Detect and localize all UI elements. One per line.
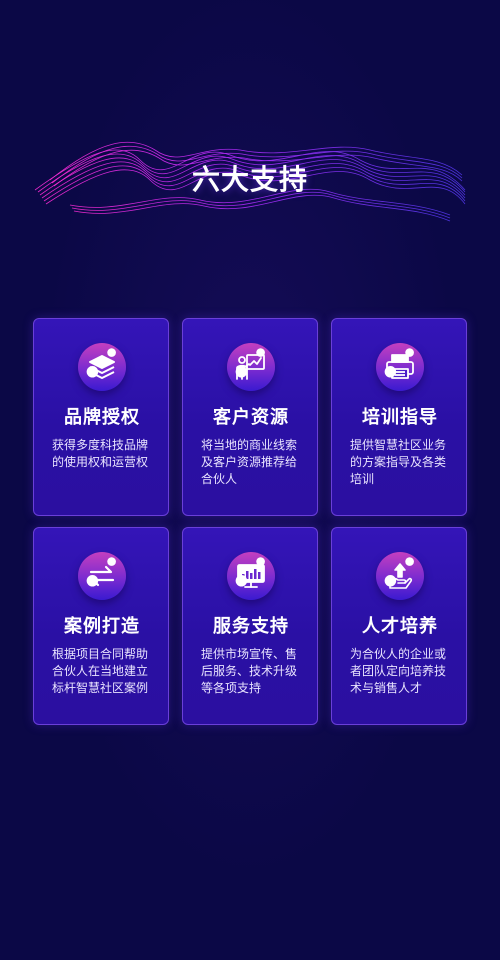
- card-description: 提供智慧社区业务的方案指导及各类培训: [350, 438, 447, 486]
- card-title: 培训指导: [362, 407, 438, 428]
- icon-badge: [78, 552, 126, 600]
- support-cards-grid: 品牌授权 获得多度科技品牌的使用权和运营权 客户资源 将当地的商业线索及客户资源…: [33, 318, 467, 725]
- card-description: 根据项目合同帮助合伙人在当地建立标杆智慧社区案例: [52, 647, 149, 695]
- support-card-case-building: 案例打造 根据项目合同帮助合伙人在当地建立标杆智慧社区案例: [33, 527, 169, 725]
- card-description: 将当地的商业线索及客户资源推荐给合伙人: [201, 438, 298, 486]
- card-title: 人才培养: [362, 616, 438, 637]
- section-title: 六大支持: [191, 163, 308, 196]
- icon-badge: [78, 343, 126, 391]
- support-card-customer-resources: 客户资源 将当地的商业线索及客户资源推荐给合伙人: [182, 318, 318, 516]
- support-card-training: 培训指导 提供智慧社区业务的方案指导及各类培训: [331, 318, 467, 516]
- card-title: 品牌授权: [64, 407, 140, 428]
- icon-badge: [376, 552, 424, 600]
- card-description: 为合伙人的企业或者团队定向培养技术与销售人才: [350, 647, 447, 695]
- support-card-brand-license: 品牌授权 获得多度科技品牌的使用权和运营权: [33, 318, 169, 516]
- page-background: 六大支持 品牌授权 获得多度科技品牌的使用权和运营权 客户资源 将当地的商业线索…: [0, 0, 500, 960]
- sparkle-icon: [235, 557, 265, 587]
- icon-badge: [227, 343, 275, 391]
- sparkle-icon: [384, 348, 414, 378]
- sparkle-icon: [235, 348, 265, 378]
- sparkle-icon: [86, 557, 116, 587]
- support-card-talent: 人才培养 为合伙人的企业或者团队定向培养技术与销售人才: [331, 527, 467, 725]
- card-description: 提供市场宣传、售后服务、技术升级等各项支持: [201, 647, 298, 695]
- sparkle-icon: [384, 557, 414, 587]
- card-title: 服务支持: [213, 616, 289, 637]
- sparkle-icon: [86, 348, 116, 378]
- icon-badge: [227, 552, 275, 600]
- card-title: 案例打造: [64, 616, 140, 637]
- card-description: 获得多度科技品牌的使用权和运营权: [52, 438, 149, 469]
- support-card-service: 服务支持 提供市场宣传、售后服务、技术升级等各项支持: [182, 527, 318, 725]
- card-title: 客户资源: [213, 407, 289, 428]
- icon-badge: [376, 343, 424, 391]
